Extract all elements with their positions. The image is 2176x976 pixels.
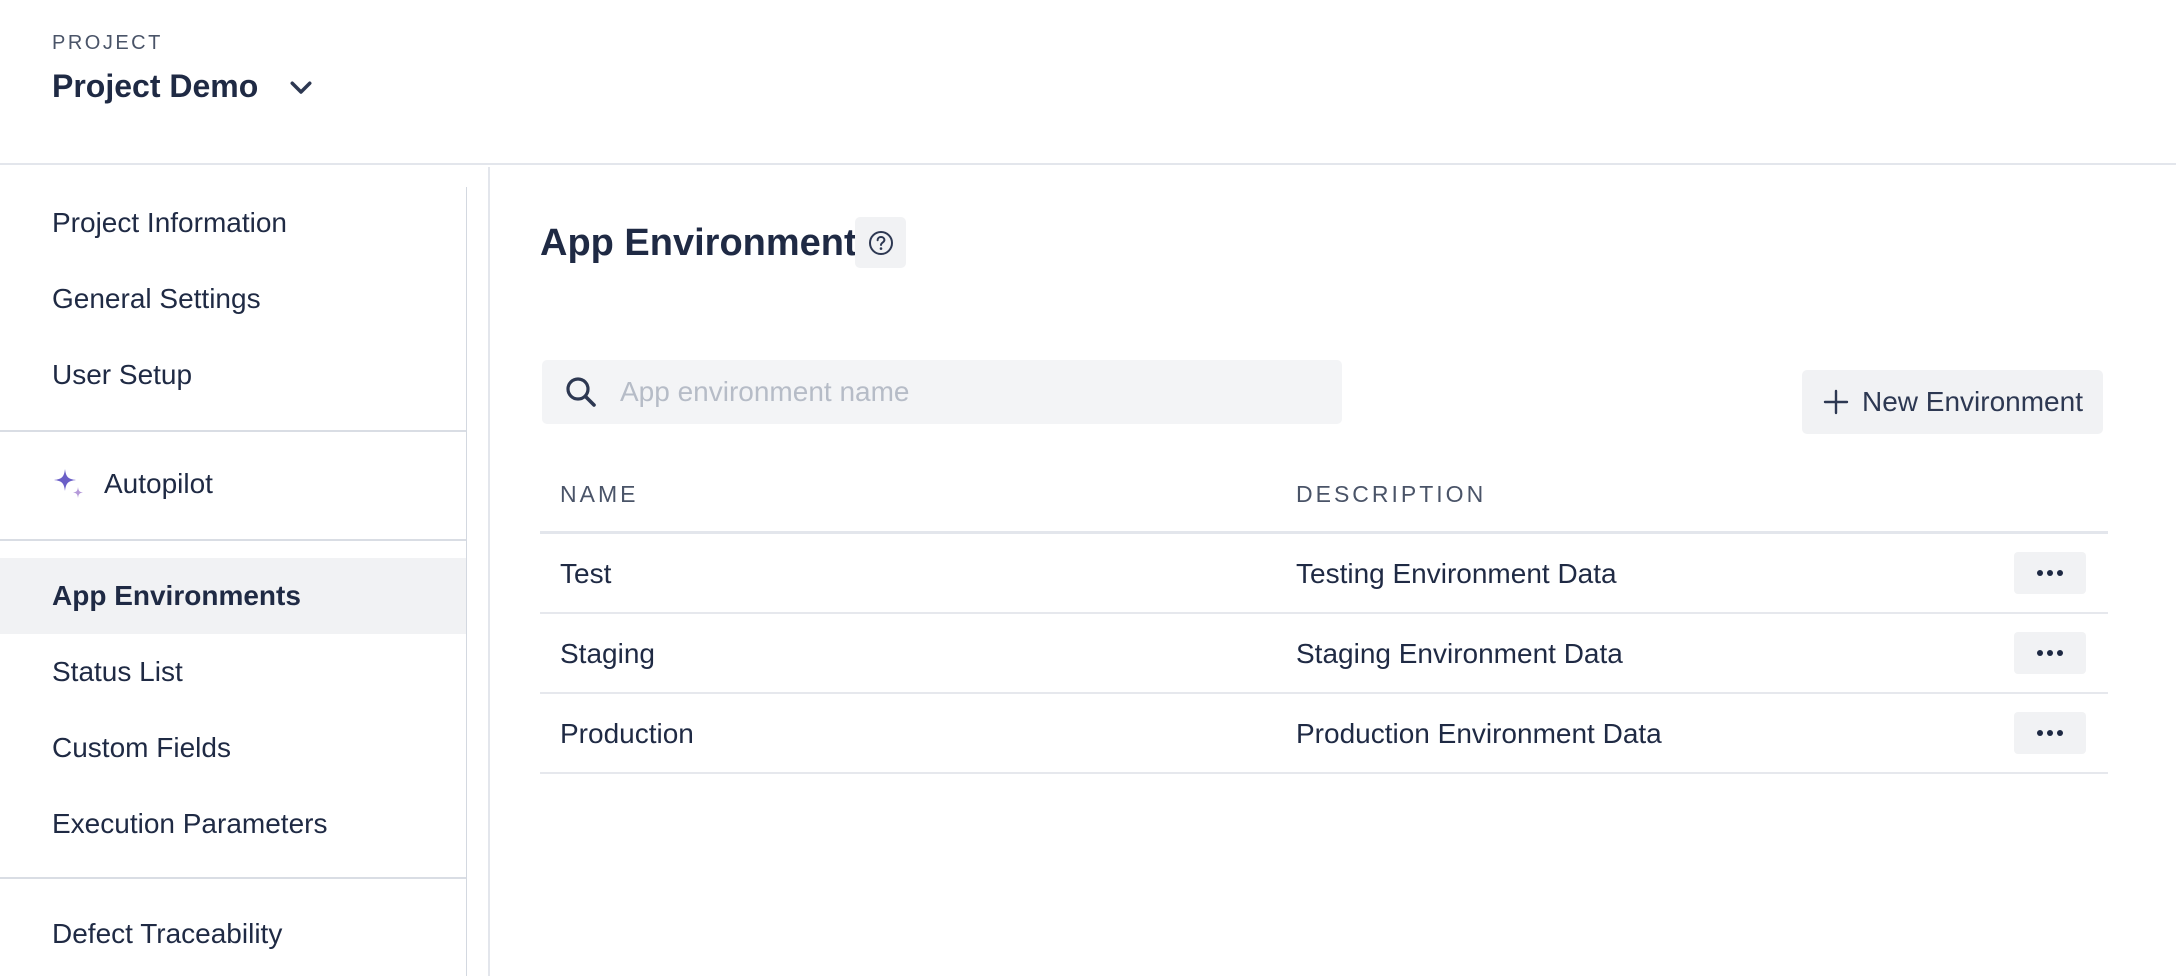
sidebar-item-app-environments[interactable]: App Environments <box>0 558 466 634</box>
content-divider <box>488 167 490 976</box>
search-input[interactable] <box>618 375 1318 409</box>
cell-description: Testing Environment Data <box>1296 558 1617 589</box>
sidebar-item-status-list[interactable]: Status List <box>0 634 466 710</box>
project-name: Project Demo <box>52 68 259 104</box>
sidebar-item-user-setup[interactable]: User Setup <box>0 337 466 413</box>
table-row[interactable]: Staging Staging Environment Data <box>540 614 2108 694</box>
row-actions-button[interactable] <box>2014 632 2086 674</box>
column-header-name[interactable]: NAME <box>560 481 638 508</box>
sidebar-item-label: Custom Fields <box>52 732 231 763</box>
sidebar-item-execution-parameters[interactable]: Execution Parameters <box>0 786 466 862</box>
page-title: App Environments <box>540 222 878 264</box>
question-circle-icon <box>868 230 893 255</box>
help-button[interactable] <box>855 217 906 268</box>
sidebar-item-defect-traceability[interactable]: Defect Traceability <box>0 896 466 972</box>
sidebar-item-autopilot[interactable]: Autopilot <box>0 446 466 522</box>
table-header: NAME DESCRIPTION <box>540 460 2108 534</box>
sidebar-item-project-information[interactable]: Project Information <box>0 185 466 261</box>
column-header-description[interactable]: DESCRIPTION <box>1296 481 1486 508</box>
sidebar: Project Information General Settings Use… <box>0 167 467 976</box>
sidebar-item-label: General Settings <box>52 283 261 314</box>
chevron-down-icon <box>290 81 312 94</box>
row-actions-button[interactable] <box>2014 712 2086 754</box>
sidebar-item-general-settings[interactable]: General Settings <box>0 261 466 337</box>
more-horizontal-icon <box>2037 570 2063 576</box>
row-actions-button[interactable] <box>2014 552 2086 594</box>
table-row[interactable]: Test Testing Environment Data <box>540 534 2108 614</box>
cell-name: Test <box>560 558 612 589</box>
search-box[interactable] <box>542 360 1342 424</box>
sidebar-item-label: User Setup <box>52 359 193 390</box>
sidebar-item-label: Status List <box>52 656 183 687</box>
sidebar-item-label: Autopilot <box>104 468 213 499</box>
table-row[interactable]: Production Production Environment Data <box>540 694 2108 774</box>
sidebar-item-custom-fields[interactable]: Custom Fields <box>0 710 466 786</box>
header: PROJECT Project Demo <box>0 0 2176 165</box>
environments-table: NAME DESCRIPTION Test Testing Environmen… <box>540 460 2108 774</box>
sparkle-icon <box>52 467 86 501</box>
sidebar-scrollbar[interactable] <box>466 187 467 976</box>
cell-name: Staging <box>560 638 655 669</box>
sidebar-item-label: Defect Traceability <box>52 918 283 949</box>
sidebar-item-label: App Environments <box>52 580 301 611</box>
project-switcher[interactable]: Project Demo <box>52 68 316 105</box>
plus-icon <box>1823 389 1849 415</box>
sidebar-divider <box>0 539 466 541</box>
search-icon <box>566 377 596 407</box>
sidebar-divider <box>0 877 466 879</box>
more-horizontal-icon <box>2037 650 2063 656</box>
sidebar-item-label: Project Information <box>52 207 287 238</box>
new-environment-button[interactable]: New Environment <box>1802 370 2103 434</box>
cell-name: Production <box>560 718 694 749</box>
sidebar-divider <box>0 430 466 432</box>
cell-description: Staging Environment Data <box>1296 638 1623 669</box>
cell-description: Production Environment Data <box>1296 718 1662 749</box>
project-caption: PROJECT <box>52 32 163 54</box>
new-environment-label: New Environment <box>1862 386 2083 417</box>
more-horizontal-icon <box>2037 730 2063 736</box>
sidebar-item-label: Execution Parameters <box>52 808 328 839</box>
